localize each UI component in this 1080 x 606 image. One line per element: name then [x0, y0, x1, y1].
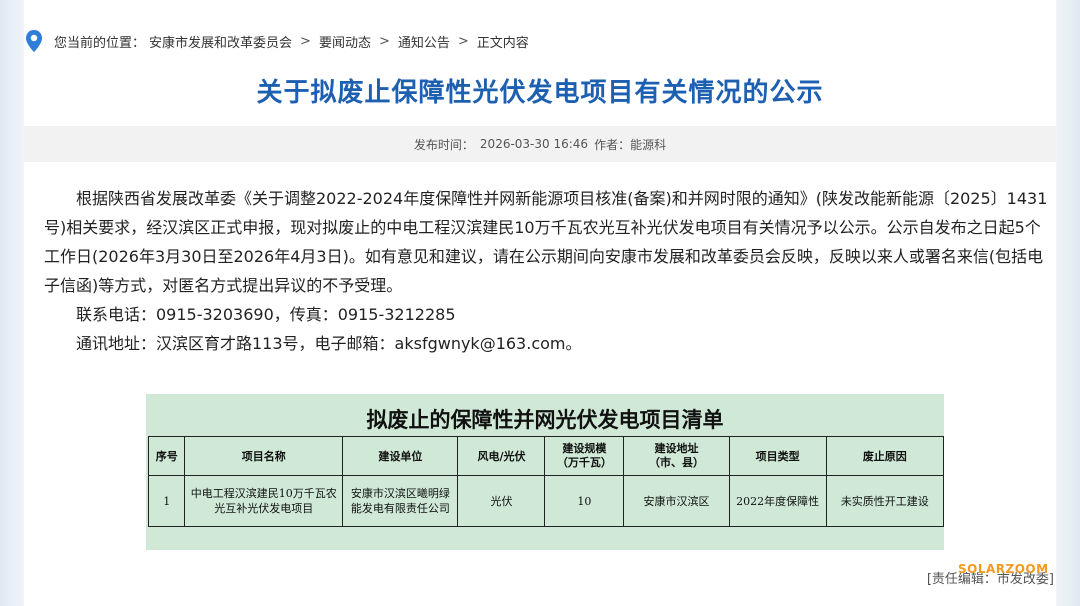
breadcrumb-separator: > [378, 33, 390, 49]
header-project-name: 项目名称 [184, 436, 344, 476]
header-type-wind-solar: 风电/光伏 [457, 436, 546, 476]
publish-time: 2026-03-30 16:46 [479, 137, 589, 151]
cell-scale: 10 [544, 475, 625, 527]
breadcrumb-item-news[interactable]: 要闻动态 [319, 32, 371, 51]
cell-builder: 安康市汉滨区曦明绿能发电有限责任公司 [342, 475, 459, 527]
breadcrumb-prefix: 您当前的位置： [54, 35, 146, 51]
table-header-row: 序号 项目名称 建设单位 风电/光伏 建设规模 （万千瓦） 建设地址 （市、县）… [147, 436, 945, 476]
paragraph-contact-phone: 联系电话：0915-3203690，传真：0915-3212285 [76, 305, 456, 324]
article-meta: 发布时间： 2026-03-30 16:46 作者： 能源科 [24, 126, 1056, 162]
cell-project-name: 中电工程汉滨建民10万千瓦农光互补光伏发电项目 [184, 475, 344, 527]
header-scale: 建设规模 （万千瓦） [544, 436, 625, 476]
breadcrumb-separator: > [457, 33, 469, 49]
table-row: 1 中电工程汉滨建民10万千瓦农光互补光伏发电项目 安康市汉滨区曦明绿能发电有限… [147, 475, 945, 527]
breadcrumb-item-content[interactable]: 正文内容 [477, 32, 529, 51]
paragraph-contact-address: 通讯地址：汉滨区育才路113号，电子邮箱：aksfgwnyk@163.com。 [76, 334, 582, 353]
breadcrumb: 您当前的位置： 安康市发展和改革委员会 > 要闻动态 > 通知公告 > 正文内容 [24, 28, 533, 54]
table-title: 拟废止的保障性并网光伏发电项目清单 [366, 407, 724, 432]
article-body: 根据陕西省发展改革委《关于调整2022-2024年度保障性并网新能源项目核准(备… [44, 184, 1054, 358]
header-index: 序号 [147, 436, 186, 476]
header-project-type: 项目类型 [728, 436, 827, 476]
watermark-logo: SOLARZOOM [958, 562, 1049, 576]
project-list-image: 拟废止的保障性并网光伏发电项目清单 序号 项目名称 建设单位 风电/光伏 建设规… [146, 394, 945, 550]
header-builder: 建设单位 [342, 436, 459, 476]
page-container: 您当前的位置： 安康市发展和改革委员会 > 要闻动态 > 通知公告 > 正文内容… [24, 0, 1056, 606]
breadcrumb-item-home[interactable]: 安康市发展和改革委员会 [149, 32, 292, 51]
cell-type: 光伏 [457, 475, 546, 527]
location-pin-icon [26, 30, 42, 52]
paragraph-main: 根据陕西省发展改革委《关于调整2022-2024年度保障性并网新能源项目核准(备… [44, 189, 1048, 295]
breadcrumb-item-notices[interactable]: 通知公告 [398, 32, 450, 51]
cell-project-type: 2022年度保障性 [728, 475, 827, 527]
page-title: 关于拟废止保障性光伏发电项目有关情况的公示 [256, 78, 824, 108]
breadcrumb-separator: > [300, 33, 311, 49]
cell-index: 1 [147, 475, 186, 527]
author: 能源科 [630, 137, 667, 152]
cell-location: 安康市汉滨区 [623, 475, 730, 527]
publish-time-label: 发布时间： [413, 137, 474, 152]
author-label: 作者： [594, 137, 631, 152]
cell-reason: 未实质性开工建设 [825, 475, 945, 527]
header-location: 建设地址 （市、县） [623, 436, 730, 476]
project-table: 序号 项目名称 建设单位 风电/光伏 建设规模 （万千瓦） 建设地址 （市、县）… [147, 436, 945, 527]
header-reason: 废止原因 [825, 436, 945, 476]
